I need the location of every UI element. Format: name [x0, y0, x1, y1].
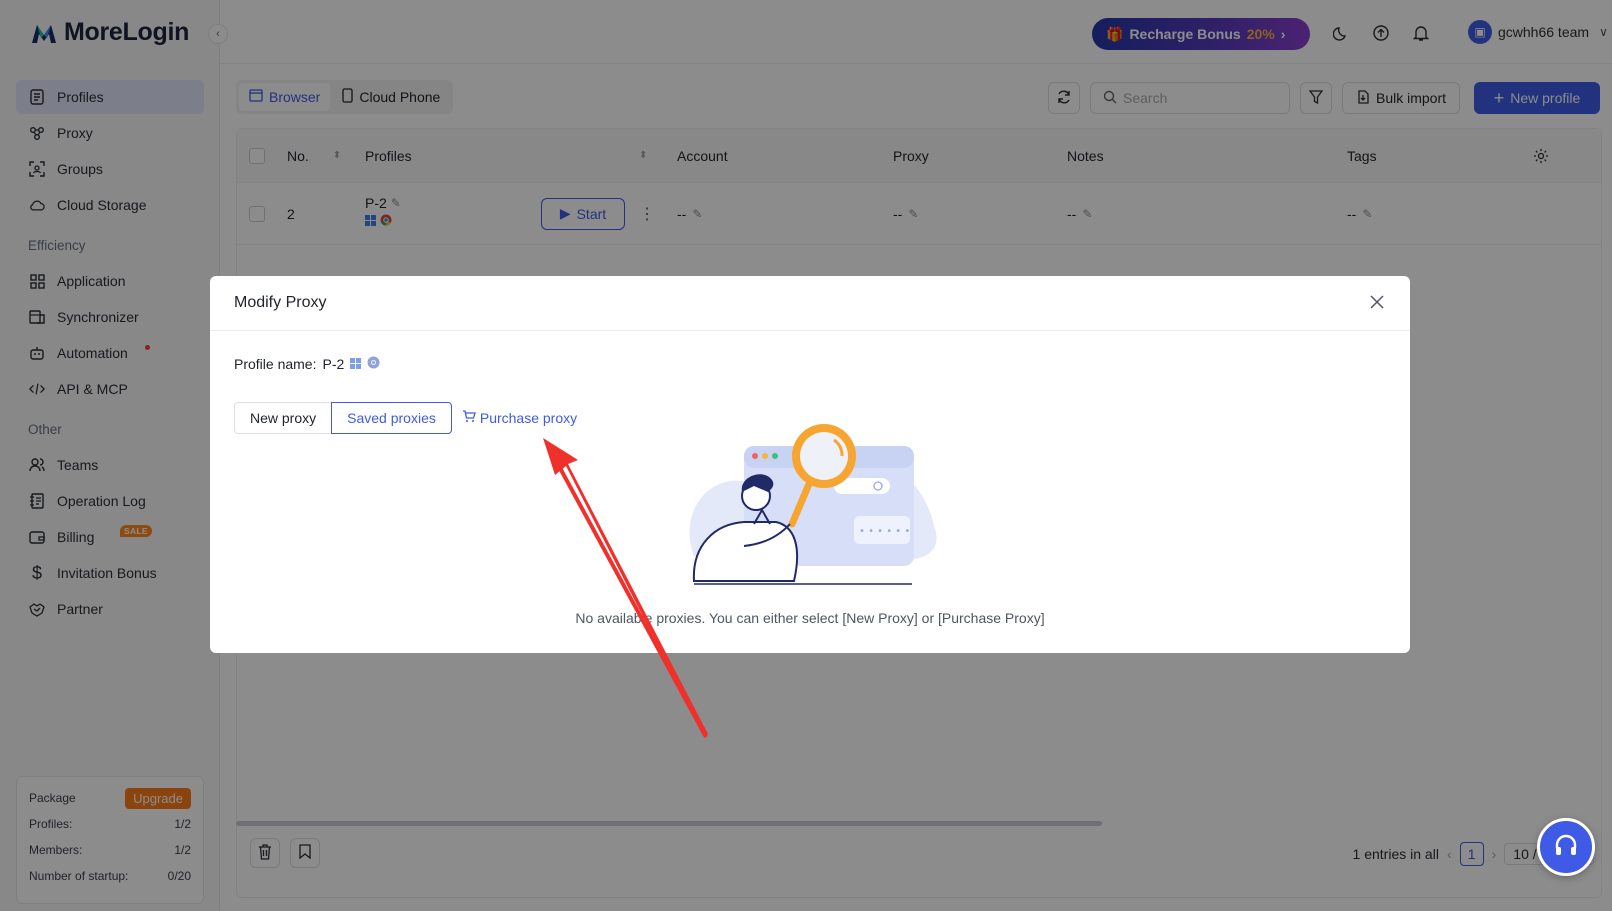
close-icon: [1370, 294, 1384, 312]
purchase-proxy-link[interactable]: Purchase proxy: [462, 410, 577, 426]
tab-saved-proxies[interactable]: Saved proxies: [331, 402, 452, 434]
dialog-title: Modify Proxy: [234, 294, 327, 311]
windows-icon: [350, 356, 362, 372]
profile-name-label: Profile name:: [234, 356, 317, 372]
modify-proxy-dialog: Modify Proxy Profile name: P-2 New proxy…: [210, 276, 1410, 653]
support-chat-button[interactable]: [1537, 818, 1595, 876]
headset-icon: [1553, 833, 1579, 862]
cart-icon: [462, 410, 476, 426]
profile-name-row: Profile name: P-2: [234, 356, 380, 372]
profile-name-value: P-2: [322, 356, 345, 372]
dialog-header: Modify Proxy: [210, 276, 1410, 331]
chrome-icon: [367, 356, 380, 372]
close-button[interactable]: [1366, 292, 1388, 314]
empty-state-message: No available proxies. You can either sel…: [575, 610, 1045, 626]
svg-text:• • • • • •: • • • • • •: [859, 526, 910, 537]
empty-state-illustration: • • • • • •: [689, 424, 937, 585]
purchase-label: Purchase proxy: [479, 410, 578, 426]
proxy-source-tabs: New proxy Saved proxies Purchase proxy: [234, 402, 577, 434]
tab-new-proxy[interactable]: New proxy: [234, 402, 333, 434]
